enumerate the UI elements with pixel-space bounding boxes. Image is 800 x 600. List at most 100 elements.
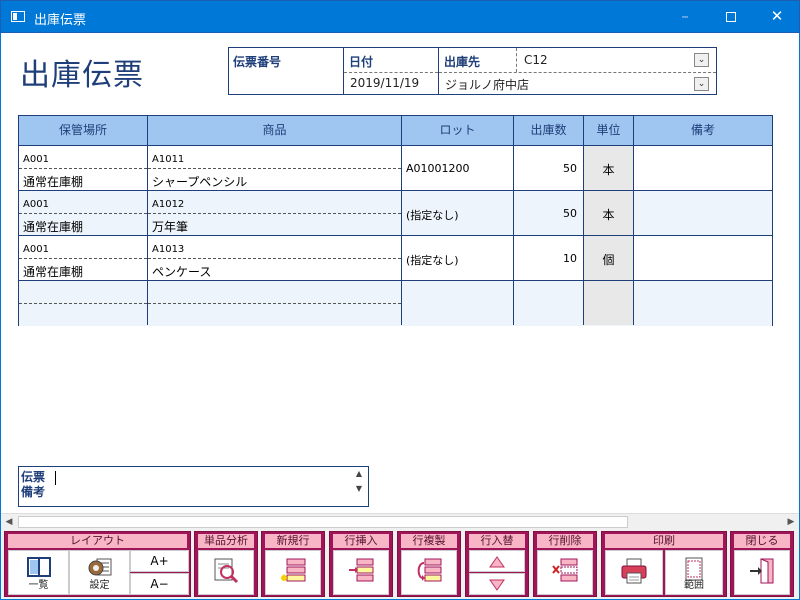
- cell-separator: [148, 258, 401, 259]
- unit-cell: 個: [584, 236, 634, 280]
- memo-scrollbar[interactable]: ▲ ▼: [351, 469, 367, 505]
- location-cell[interactable]: A001 通常在庫棚: [19, 236, 148, 280]
- memo-text-field[interactable]: [55, 471, 56, 485]
- voucher-header: 伝票番号 日付 2019/11/19 出庫先 C12 ⌄ ジョルノ府中店 ⌄: [228, 47, 717, 95]
- scroll-right-icon[interactable]: ▶: [783, 514, 799, 530]
- destination-code-field[interactable]: C12: [524, 53, 548, 67]
- list-view-icon: [26, 557, 51, 577]
- col-header-quantity[interactable]: 出庫数: [514, 116, 584, 146]
- destination-code-dropdown-icon[interactable]: ⌄: [694, 53, 709, 67]
- col-header-lot[interactable]: ロット: [402, 116, 514, 146]
- cell-separator: [19, 303, 147, 304]
- item-analysis-button[interactable]: [198, 550, 254, 595]
- cell-separator: [148, 168, 401, 169]
- table-row[interactable]: A001 通常在庫棚 A1011 シャープペンシル A01001200 50 本: [19, 146, 772, 191]
- item-cell[interactable]: A1013 ペンケース: [148, 236, 402, 280]
- arrow-down-icon: [489, 579, 505, 591]
- note-cell[interactable]: [634, 236, 772, 280]
- maximize-button[interactable]: [708, 1, 754, 32]
- quantity-cell[interactable]: 50: [514, 146, 584, 190]
- note-cell[interactable]: [634, 281, 772, 325]
- lot-cell[interactable]: (指定なし): [402, 191, 514, 235]
- col-header-item[interactable]: 商品: [148, 116, 402, 146]
- window-title: 出庫伝票: [34, 13, 87, 28]
- item-name: シャープペンシル: [152, 175, 248, 189]
- location-cell[interactable]: A001 通常在庫棚: [19, 191, 148, 235]
- scroll-thumb[interactable]: [18, 516, 628, 528]
- printer-icon: [621, 558, 647, 584]
- unit-value: 個: [602, 253, 615, 267]
- insert-row-button[interactable]: [333, 550, 389, 595]
- move-row-up-button[interactable]: [469, 550, 525, 572]
- close-window-button[interactable]: ✕: [754, 1, 800, 32]
- note-cell[interactable]: [634, 146, 772, 190]
- window-titlebar[interactable]: 出庫伝票 – ✕: [0, 0, 800, 33]
- lot-cell[interactable]: A01001200: [402, 146, 514, 190]
- table-row[interactable]: [19, 281, 772, 326]
- item-cell[interactable]: A1011 シャープペンシル: [148, 146, 402, 190]
- destination-divider: [516, 48, 517, 72]
- scroll-left-icon[interactable]: ◀: [1, 514, 17, 530]
- table-row[interactable]: A001 通常在庫棚 A1013 ペンケース (指定なし) 10 個: [19, 236, 772, 281]
- destination-label: 出庫先: [444, 55, 481, 69]
- new-row-button[interactable]: [265, 550, 321, 595]
- table-row[interactable]: A001 通常在庫棚 A1012 万年筆 (指定なし) 50 本: [19, 191, 772, 236]
- item-cell[interactable]: [148, 281, 402, 325]
- location-cell[interactable]: A001 通常在庫棚: [19, 146, 148, 190]
- insert-row-group: 行挿入: [329, 531, 393, 597]
- lot-cell[interactable]: [402, 281, 514, 325]
- font-size-down-button[interactable]: A−: [130, 573, 189, 595]
- minimize-button[interactable]: –: [662, 1, 708, 32]
- settings-button[interactable]: 設定: [69, 550, 130, 595]
- location-code: A001: [23, 199, 49, 210]
- cell-separator: [148, 303, 401, 304]
- location-name: 通常在庫棚: [23, 265, 84, 279]
- delete-row-button[interactable]: [537, 550, 593, 595]
- quantity-value: 50: [563, 162, 577, 175]
- copy-row-button[interactable]: [401, 550, 457, 595]
- lot-value: (指定なし): [406, 254, 459, 267]
- item-cell[interactable]: A1012 万年筆: [148, 191, 402, 235]
- scroll-down-icon[interactable]: ▼: [351, 484, 367, 493]
- location-name: 通常在庫棚: [23, 175, 84, 189]
- col-header-location[interactable]: 保管場所: [19, 116, 148, 146]
- date-label: 日付: [349, 55, 374, 69]
- horizontal-scrollbar[interactable]: ◀ ▶: [1, 513, 799, 529]
- gear-icon: [88, 558, 111, 576]
- quantity-cell[interactable]: 10: [514, 236, 584, 280]
- swap-row-group: 行入替: [465, 531, 529, 597]
- new-row-group: 新規行: [261, 531, 325, 597]
- quantity-cell[interactable]: 50: [514, 191, 584, 235]
- delete-row-icon: [552, 558, 578, 582]
- swap-row-group-title: 行入替: [469, 534, 525, 548]
- print-group-title: 印刷: [605, 534, 723, 548]
- scroll-up-icon[interactable]: ▲: [351, 469, 367, 478]
- item-code: A1011: [152, 154, 185, 165]
- unit-cell: [584, 281, 634, 325]
- destination-name-dropdown-icon[interactable]: ⌄: [694, 77, 709, 91]
- font-size-up-button[interactable]: A+: [130, 550, 189, 572]
- note-cell[interactable]: [634, 191, 772, 235]
- col-header-unit[interactable]: 単位: [584, 116, 634, 146]
- print-range-button[interactable]: 範囲: [665, 550, 723, 595]
- location-code: A001: [23, 154, 49, 165]
- move-row-down-button[interactable]: [469, 573, 525, 595]
- date-field[interactable]: 2019/11/19: [350, 76, 419, 90]
- lot-value: A01001200: [406, 162, 470, 175]
- col-header-note[interactable]: 備考: [634, 116, 772, 146]
- cell-separator: [148, 213, 401, 214]
- print-button[interactable]: [605, 550, 663, 595]
- delete-row-group: 行削除: [533, 531, 597, 597]
- location-cell[interactable]: [19, 281, 148, 325]
- layout-group: レイアウト 一覧 設定 A+ A−: [4, 531, 191, 597]
- quantity-cell[interactable]: [514, 281, 584, 325]
- cell-separator: [19, 258, 147, 259]
- destination-name-field[interactable]: ジョルノ府中店: [445, 76, 529, 93]
- new-row-icon: [281, 558, 306, 582]
- maximize-icon: [726, 11, 736, 22]
- unit-value: 本: [602, 163, 615, 177]
- list-view-button[interactable]: 一覧: [8, 550, 69, 595]
- layout-group-title: レイアウト: [8, 534, 187, 548]
- close-form-button[interactable]: [734, 550, 790, 595]
- lot-cell[interactable]: (指定なし): [402, 236, 514, 280]
